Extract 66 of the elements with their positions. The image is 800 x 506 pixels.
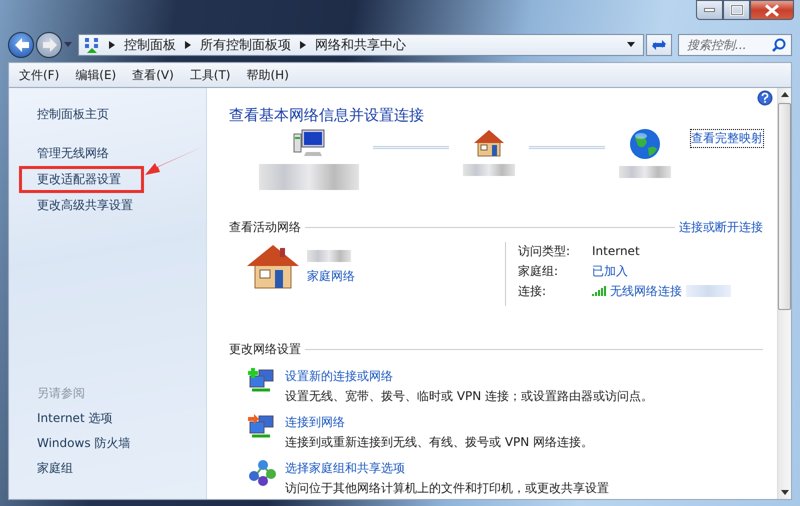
scrollbar-thumb[interactable] bbox=[778, 103, 791, 310]
page-title: 查看基本网络信息并设置连接 bbox=[229, 105, 425, 126]
refresh-button[interactable] bbox=[646, 34, 672, 56]
field-label: 家庭组: bbox=[518, 263, 560, 280]
blurred-label bbox=[619, 166, 671, 178]
signal-icon bbox=[592, 286, 606, 296]
chevron-icon[interactable] bbox=[109, 41, 115, 49]
globe-icon bbox=[629, 128, 661, 160]
section-heading: 另请参阅 bbox=[36, 385, 86, 402]
house-icon bbox=[245, 242, 301, 290]
maximize-button[interactable] bbox=[723, 0, 750, 20]
blurred-label bbox=[307, 250, 351, 262]
menu-item[interactable]: 工具(T) bbox=[184, 66, 236, 84]
sidebar-link[interactable]: 更改高级共享设置 bbox=[37, 198, 133, 212]
blurred-label bbox=[686, 285, 731, 297]
description: 连接到或重新连接到无线、有线、拨号或 VPN 网络连接。 bbox=[285, 434, 594, 450]
back-button[interactable] bbox=[8, 32, 34, 58]
dropdown-icon[interactable] bbox=[627, 42, 635, 48]
chevron-icon[interactable] bbox=[185, 41, 191, 49]
field-label: 访问类型: bbox=[518, 243, 572, 260]
link[interactable]: 设置新的连接或网络 bbox=[285, 368, 654, 384]
help-icon[interactable] bbox=[757, 90, 773, 106]
computer-icon bbox=[292, 128, 326, 158]
close-icon bbox=[765, 4, 779, 16]
field-value: Internet bbox=[592, 243, 640, 260]
link[interactable]: 已加入 bbox=[592, 262, 628, 280]
description: 设置无线、宽带、拨号、临时或 VPN 连接；或设置路由器或访问点。 bbox=[285, 388, 654, 404]
menu-item[interactable]: 编辑(E) bbox=[69, 66, 122, 84]
menu-item[interactable]: 文件(F) bbox=[13, 66, 66, 84]
description: 访问位于其他网络计算机上的文件和打印机，或更改共享设置 bbox=[285, 480, 609, 496]
search-field[interactable]: 搜索控制... bbox=[678, 34, 792, 56]
chevron-icon[interactable] bbox=[300, 41, 306, 49]
up-arrow-icon[interactable] bbox=[780, 92, 788, 97]
link[interactable]: 查看完整映射 bbox=[691, 130, 763, 147]
link[interactable]: 选择家庭组和共享选项 bbox=[285, 460, 609, 476]
sidebar-link[interactable]: 家庭组 bbox=[37, 461, 73, 475]
menu-item[interactable]: 查看(V) bbox=[126, 66, 180, 84]
search-icon[interactable] bbox=[772, 38, 786, 52]
sidebar-link[interactable]: 管理无线网络 bbox=[37, 146, 109, 160]
spheres-icon bbox=[247, 458, 277, 486]
menu-item[interactable]: 帮助(H) bbox=[240, 66, 295, 84]
field-label: 连接: bbox=[518, 283, 548, 300]
breadcrumb-item[interactable]: 控制面板 bbox=[124, 36, 176, 54]
address-bar[interactable]: 控制面板 所有控制面板项 网络和共享中心 bbox=[78, 34, 644, 56]
link[interactable]: 连接或断开连接 bbox=[679, 218, 763, 236]
control-panel-icon bbox=[84, 37, 100, 53]
house-icon bbox=[472, 128, 506, 158]
sidebar-link[interactable]: Windows 防火墙 bbox=[37, 436, 130, 450]
minimize-icon bbox=[704, 8, 715, 12]
link[interactable]: 连接到网络 bbox=[285, 414, 594, 430]
maximize-icon bbox=[730, 4, 744, 16]
minimize-button[interactable] bbox=[696, 0, 723, 20]
down-arrow-icon[interactable] bbox=[780, 490, 788, 495]
sidebar-link[interactable]: 控制面板主页 bbox=[37, 107, 109, 121]
sidebar-link[interactable]: 更改适配器设置 bbox=[37, 172, 121, 186]
blurred-label bbox=[463, 164, 515, 176]
sidebar-link[interactable]: Internet 选项 bbox=[37, 411, 112, 425]
link[interactable]: 无线网络连接 bbox=[610, 282, 682, 300]
close-button[interactable] bbox=[750, 0, 794, 20]
link[interactable]: 家庭网络 bbox=[307, 268, 355, 285]
scrollbar[interactable] bbox=[777, 88, 791, 499]
breadcrumb-item[interactable]: 网络和共享中心 bbox=[315, 36, 406, 54]
forward-button[interactable] bbox=[36, 32, 62, 58]
section-heading: 更改网络设置 bbox=[229, 341, 301, 358]
breadcrumb-item[interactable]: 所有控制面板项 bbox=[200, 36, 291, 54]
section-heading: 查看活动网络 bbox=[229, 219, 301, 236]
